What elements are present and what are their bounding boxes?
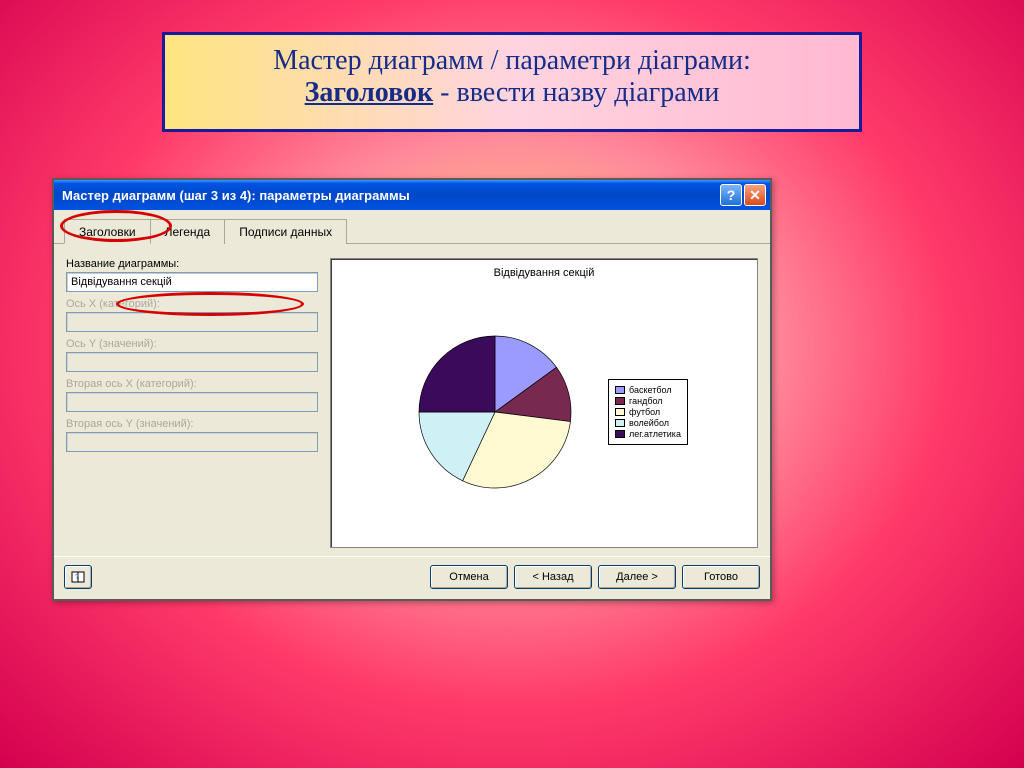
legend-label: футбол bbox=[629, 407, 660, 417]
axis-y2-label: Вторая ось Y (значений): bbox=[66, 418, 318, 430]
finish-button[interactable]: Готово bbox=[682, 565, 760, 589]
preview-title: Відвідування секцій bbox=[494, 267, 595, 279]
dialog-body: Название диаграммы: Ось X (категорий): О… bbox=[54, 244, 770, 556]
help-book-icon: ? bbox=[71, 570, 85, 584]
legend-label: волейбол bbox=[629, 418, 669, 428]
axis-y2-input bbox=[66, 432, 318, 452]
next-button[interactable]: Далее > bbox=[598, 565, 676, 589]
legend: баскетболгандболфутболволейболлег.атлети… bbox=[608, 379, 688, 445]
svg-text:?: ? bbox=[75, 574, 79, 581]
form-column: Название диаграммы: Ось X (категорий): О… bbox=[66, 258, 318, 548]
legend-item: баскетбол bbox=[615, 385, 681, 395]
pie-chart bbox=[400, 317, 590, 507]
axis-x-input bbox=[66, 312, 318, 332]
chart-preview: Відвідування секцій баскетболгандболфутб… bbox=[330, 258, 758, 548]
legend-label: лег.атлетика bbox=[629, 429, 681, 439]
legend-swatch bbox=[615, 386, 625, 394]
axis-x-label: Ось X (категорий): bbox=[66, 298, 318, 310]
banner-line2: Заголовок - ввести назву діаграми bbox=[185, 77, 839, 109]
button-row: ? Отмена < Назад Далее > Готово bbox=[54, 556, 770, 599]
dialog-window: Мастер диаграмм (шаг 3 из 4): параметры … bbox=[52, 178, 772, 601]
tab-row: Заголовки Легенда Подписи данных bbox=[54, 210, 770, 244]
banner-underlined: Заголовок bbox=[305, 77, 434, 108]
banner-line1: Мастер диаграмм / параметри діаграми: bbox=[185, 45, 839, 77]
help-button[interactable]: ? bbox=[64, 565, 92, 589]
chart-title-input[interactable] bbox=[66, 272, 318, 292]
titlebar-text: Мастер диаграмм (шаг 3 из 4): параметры … bbox=[62, 188, 410, 203]
axis-y-input bbox=[66, 352, 318, 372]
legend-item: лег.атлетика bbox=[615, 429, 681, 439]
axis-x2-input bbox=[66, 392, 318, 412]
legend-item: волейбол bbox=[615, 418, 681, 428]
banner-line2-rest: - ввести назву діаграми bbox=[433, 77, 719, 108]
banner: Мастер диаграмм / параметри діаграми: За… bbox=[162, 32, 862, 132]
legend-swatch bbox=[615, 419, 625, 427]
chart-title-label: Название диаграммы: bbox=[66, 258, 318, 270]
tab-datalabels[interactable]: Подписи данных bbox=[224, 219, 347, 244]
legend-swatch bbox=[615, 408, 625, 416]
legend-swatch bbox=[615, 430, 625, 438]
titlebar-buttons: ? ✕ bbox=[720, 184, 766, 206]
tab-headers[interactable]: Заголовки bbox=[64, 219, 151, 244]
legend-item: футбол bbox=[615, 407, 681, 417]
help-icon[interactable]: ? bbox=[720, 184, 742, 206]
legend-label: баскетбол bbox=[629, 385, 672, 395]
close-icon[interactable]: ✕ bbox=[744, 184, 766, 206]
legend-item: гандбол bbox=[615, 396, 681, 406]
pie-slice bbox=[419, 336, 495, 412]
tab-legend[interactable]: Легенда bbox=[150, 219, 226, 244]
axis-y-label: Ось Y (значений): bbox=[66, 338, 318, 350]
legend-swatch bbox=[615, 397, 625, 405]
titlebar: Мастер диаграмм (шаг 3 из 4): параметры … bbox=[54, 180, 770, 210]
axis-x2-label: Вторая ось X (категорий): bbox=[66, 378, 318, 390]
cancel-button[interactable]: Отмена bbox=[430, 565, 508, 589]
back-button[interactable]: < Назад bbox=[514, 565, 592, 589]
legend-label: гандбол bbox=[629, 396, 663, 406]
